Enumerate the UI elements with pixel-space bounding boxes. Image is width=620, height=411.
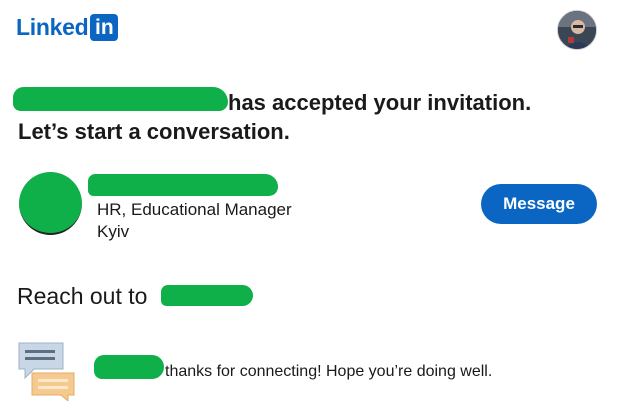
user-avatar[interactable] — [557, 10, 597, 50]
redacted-message-name — [94, 355, 164, 379]
reach-out-label: Reach out to — [17, 283, 148, 309]
message-button[interactable]: Message — [481, 184, 597, 224]
logo-in-box: in — [90, 14, 119, 41]
suggested-message[interactable]: thanks for connecting! Hope you’re doing… — [165, 363, 492, 381]
redacted-contact-name — [88, 174, 278, 196]
contact-title: HR, Educational Manager — [97, 200, 292, 219]
chat-bubbles-icon — [18, 342, 75, 401]
redacted-reach-name — [161, 285, 253, 306]
profile-photo — [558, 11, 596, 49]
contact-location: Kyiv — [97, 222, 130, 241]
logo-wordmark: Linked — [16, 14, 89, 40]
invitation-headline: has accepted your invitation. Let’s star… — [18, 88, 598, 146]
contact-avatar[interactable] — [19, 172, 82, 235]
headline-line2: Let’s start a conversation. — [18, 119, 290, 144]
linkedin-logo[interactable]: Linked in — [16, 14, 119, 41]
headline-line1: has accepted your invitation. — [228, 90, 532, 115]
